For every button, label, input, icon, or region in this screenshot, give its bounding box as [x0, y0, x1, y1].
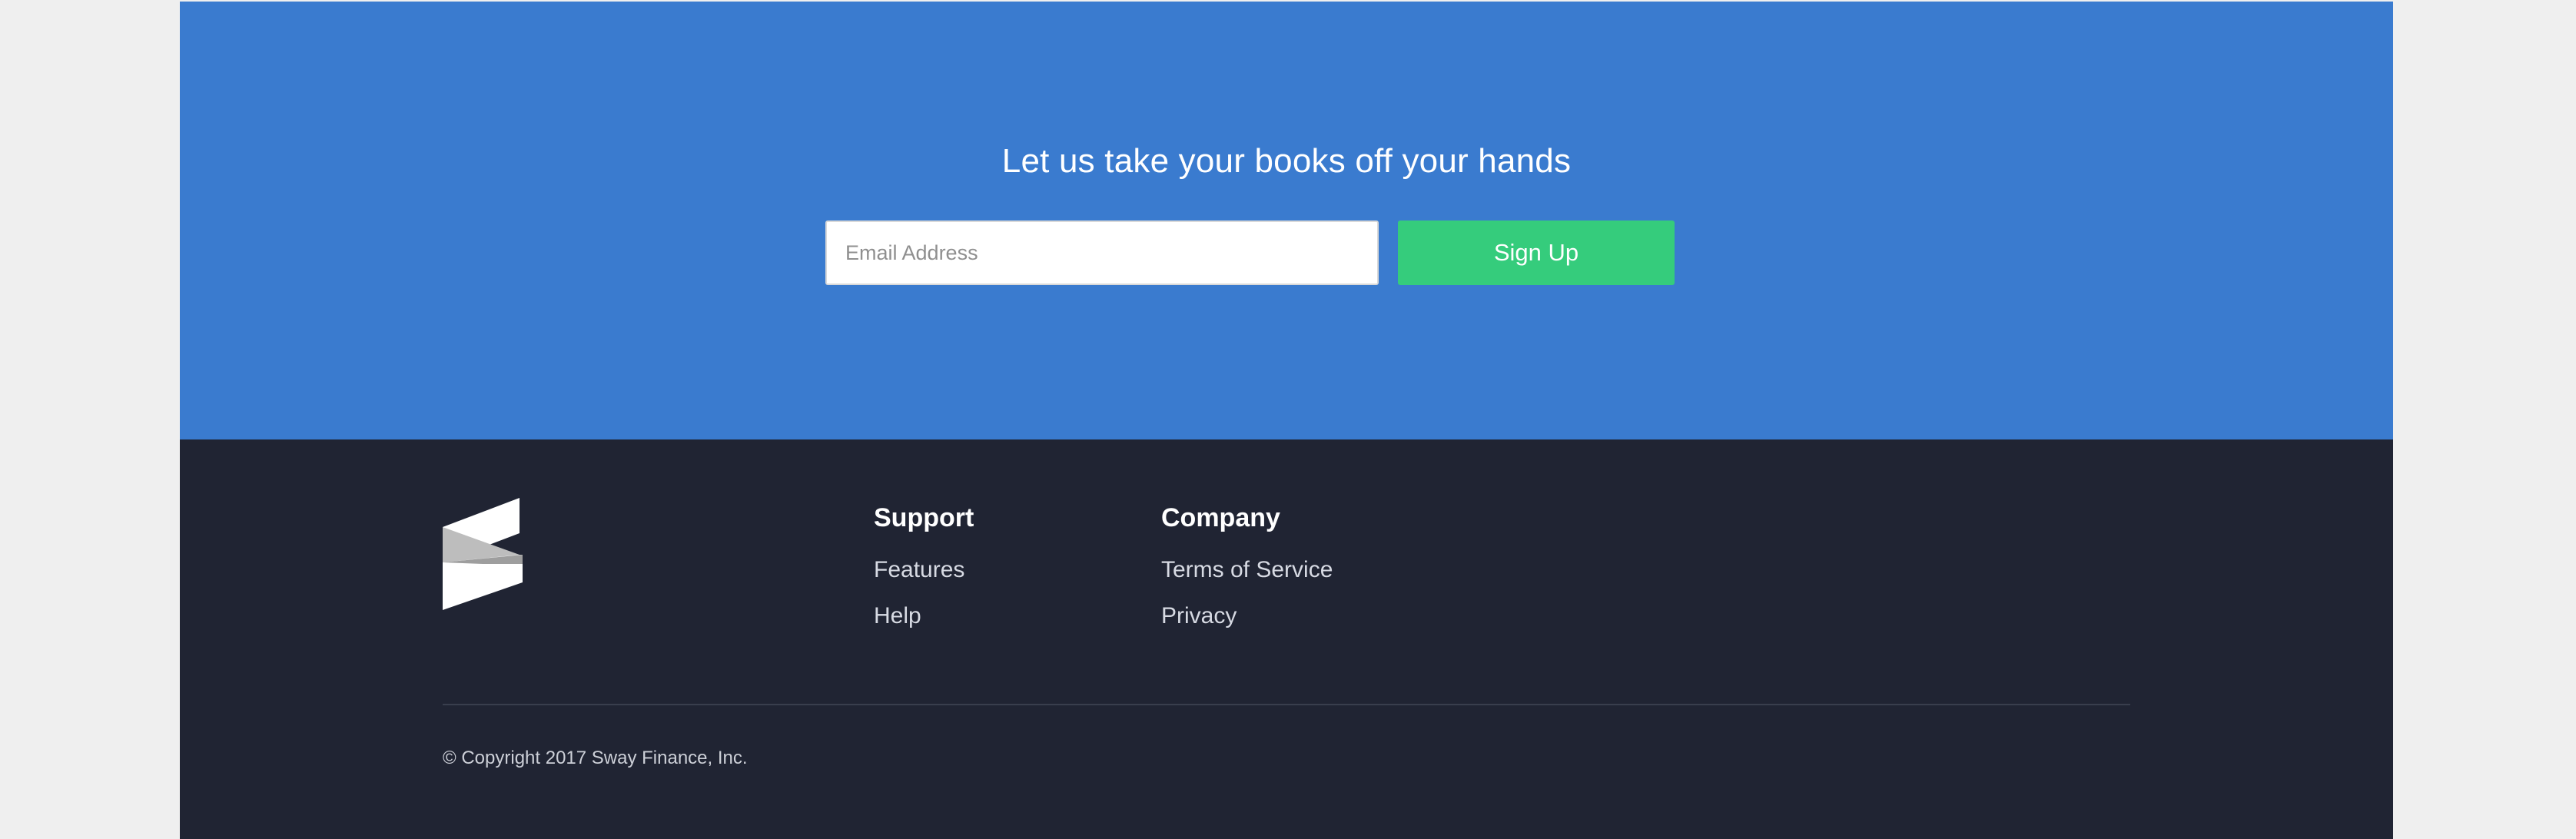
footer-link-features[interactable]: Features [874, 555, 974, 585]
signup-form: Sign Up [825, 221, 1675, 285]
footer-column-title: Support [874, 503, 974, 532]
footer-column-title: Company [1161, 503, 1280, 532]
sign-up-button[interactable]: Sign Up [1398, 221, 1675, 285]
footer-divider [443, 704, 2130, 705]
email-input[interactable] [825, 221, 1379, 285]
page: Let us take your books off your hands Si… [180, 0, 2393, 839]
cta-heading: Let us take your books off your hands [1001, 142, 1572, 180]
footer-column-support: Support Features Help [874, 501, 974, 647]
sway-logo-icon[interactable] [443, 498, 524, 610]
footer-link-privacy[interactable]: Privacy [1161, 601, 1333, 632]
copyright-text: © Copyright 2017 Sway Finance, Inc. [443, 748, 748, 768]
footer: Support Features Help Company Terms of S… [180, 439, 2393, 839]
footer-column-company: Company Terms of Service Privacy [1161, 501, 1333, 647]
signup-cta-section: Let us take your books off your hands Si… [180, 2, 2393, 439]
footer-link-terms-of-service[interactable]: Terms of Service [1161, 555, 1333, 585]
footer-link-help[interactable]: Help [874, 601, 974, 632]
